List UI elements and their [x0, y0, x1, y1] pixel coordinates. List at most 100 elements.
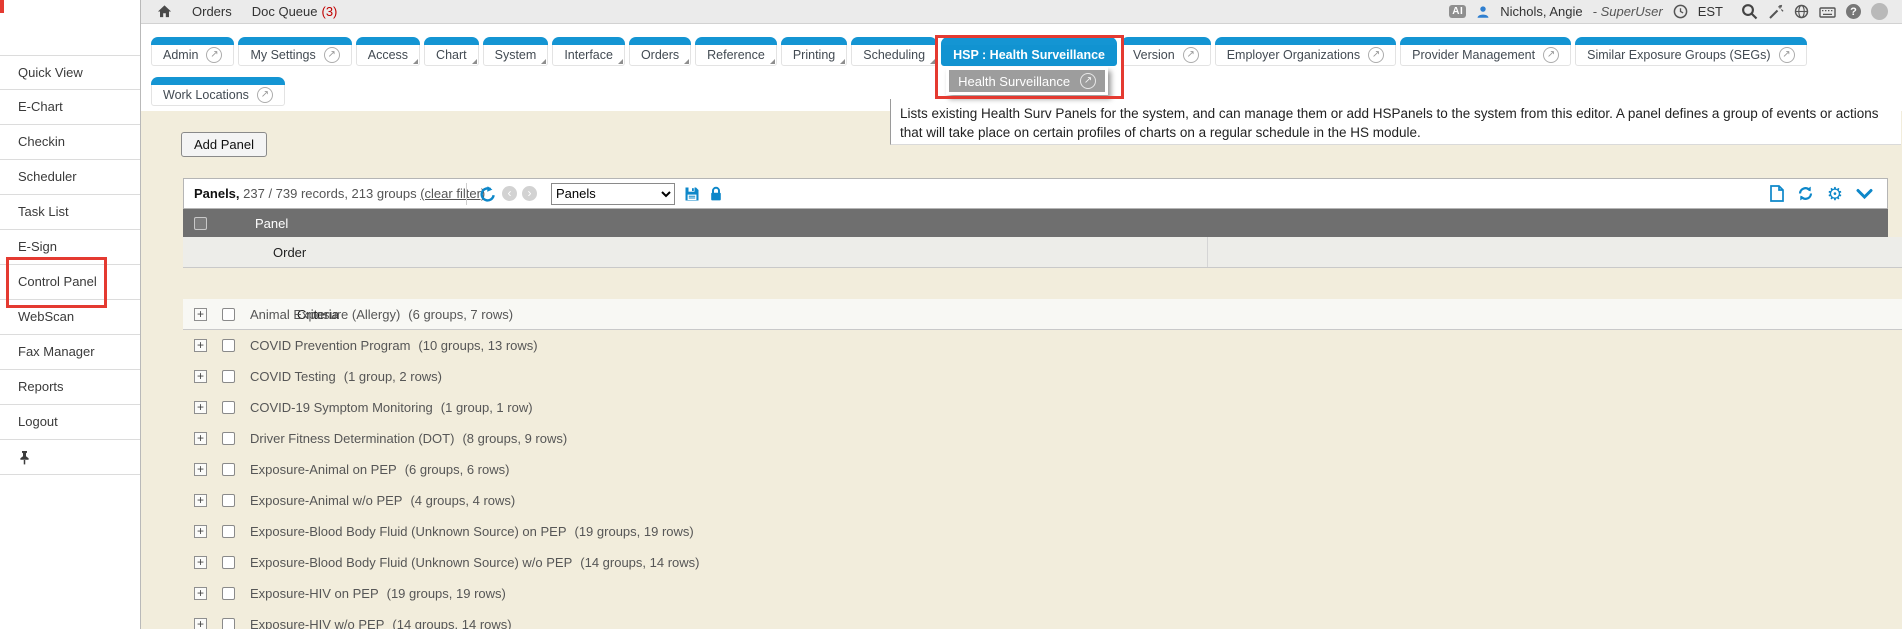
tab-hsp-health-surveillance[interactable]: HSP : Health Surveillance [941, 37, 1117, 66]
sidebar-item-webscan[interactable]: WebScan [0, 300, 140, 335]
home-icon[interactable] [157, 4, 172, 19]
nav-next-icon[interactable]: › [522, 186, 537, 201]
row-checkbox[interactable] [222, 401, 235, 414]
tab-accent-bar [483, 37, 549, 45]
lock-icon[interactable] [709, 186, 723, 202]
expand-icon[interactable]: + [194, 525, 207, 538]
tab-work-locations[interactable]: Work Locations↗ [151, 77, 285, 106]
external-link-icon[interactable]: ↗ [206, 47, 222, 63]
undo-icon[interactable] [479, 185, 497, 203]
tab-access[interactable]: Access [356, 37, 420, 66]
new-document-icon[interactable] [1769, 185, 1784, 202]
expand-icon[interactable]: + [194, 587, 207, 600]
panel-name[interactable]: Exposure-HIV w/o PEP [250, 617, 384, 629]
tab-label: Admin [163, 48, 198, 62]
tab-system[interactable]: System [483, 37, 549, 66]
expand-icon[interactable]: + [194, 401, 207, 414]
tab-similar-exposure-groups-segs[interactable]: Similar Exposure Groups (SEGs)↗ [1575, 37, 1806, 66]
external-link-icon[interactable]: ↗ [1779, 47, 1795, 63]
row-checkbox[interactable] [222, 370, 235, 383]
sidebar-item-control-panel[interactable]: Control Panel [0, 265, 140, 300]
tab-provider-management[interactable]: Provider Management ↗ [1400, 37, 1571, 66]
view-select[interactable]: Panels [551, 183, 675, 205]
search-icon[interactable] [1741, 3, 1758, 20]
keyboard-icon[interactable] [1819, 5, 1836, 19]
panel-name[interactable]: COVID-19 Symptom Monitoring [250, 400, 433, 415]
external-link-icon[interactable]: ↗ [1368, 47, 1384, 63]
select-all-checkbox[interactable] [194, 217, 207, 230]
row-checkbox[interactable] [222, 525, 235, 538]
tab-my-settings[interactable]: My Settings↗ [238, 37, 351, 66]
tab-chart[interactable]: Chart [424, 37, 479, 66]
panel-name[interactable]: COVID Prevention Program [250, 338, 410, 353]
globe-icon[interactable] [1794, 4, 1809, 19]
sidebar-item-reports[interactable]: Reports [0, 370, 140, 405]
expand-icon[interactable]: + [194, 339, 207, 352]
help-icon[interactable]: ? [1846, 4, 1861, 19]
tab-reference[interactable]: Reference [695, 37, 777, 66]
user-name[interactable]: Nichols, Angie [1500, 4, 1582, 19]
external-link-icon[interactable]: ↗ [1183, 47, 1199, 63]
tab-orders[interactable]: Orders [629, 37, 691, 66]
tab-accent-bar [1215, 37, 1396, 45]
table-row: + Exposure-Blood Body Fluid (Unknown Sour… [183, 547, 1888, 578]
external-link-icon[interactable]: ↗ [1080, 73, 1096, 89]
tab-printing[interactable]: Printing [781, 37, 847, 66]
panel-name[interactable]: COVID Testing [250, 369, 336, 384]
external-link-icon[interactable]: ↗ [324, 47, 340, 63]
sidebar-item-quick-view[interactable]: Quick View [0, 55, 140, 90]
row-checkbox[interactable] [222, 308, 235, 321]
sidebar-item-e-chart[interactable]: E-Chart [0, 90, 140, 125]
magic-wand-icon[interactable] [1768, 4, 1784, 20]
tab-label: Provider Management [1412, 48, 1535, 62]
clear-filter-link[interactable]: (clear filter) [420, 186, 485, 201]
chevron-down-icon[interactable] [1856, 188, 1873, 200]
row-checkbox[interactable] [222, 556, 235, 569]
expand-icon[interactable]: + [194, 463, 207, 476]
panel-name[interactable]: Exposure-Animal w/o PEP [250, 493, 402, 508]
nav-orders-link[interactable]: Orders [192, 4, 232, 19]
tab-accent-bar [1400, 37, 1571, 45]
row-checkbox[interactable] [222, 463, 235, 476]
external-link-icon[interactable]: ↗ [1543, 47, 1559, 63]
tab-interface[interactable]: Interface [552, 37, 625, 66]
panel-name[interactable]: Exposure-Blood Body Fluid (Unknown Sourc… [250, 524, 567, 539]
gear-icon[interactable]: ⚙ [1827, 185, 1843, 203]
sidebar-item-scheduler[interactable]: Scheduler [0, 160, 140, 195]
menu-item-health-surveillance[interactable]: Health Surveillance ↗ [949, 70, 1105, 92]
panel-name[interactable]: Driver Fitness Determination (DOT) [250, 431, 454, 446]
panel-name[interactable]: Exposure-Blood Body Fluid (Unknown Sourc… [250, 555, 572, 570]
panel-name[interactable]: Exposure-Animal on PEP [250, 462, 397, 477]
tab-employer-organizations[interactable]: Employer Organizations↗ [1215, 37, 1396, 66]
row-checkbox[interactable] [222, 587, 235, 600]
refresh-icon[interactable] [1797, 185, 1814, 202]
add-panel-button[interactable]: Add Panel [181, 132, 267, 157]
external-link-icon[interactable]: ↗ [257, 87, 273, 103]
tab-scheduling[interactable]: Scheduling [851, 37, 937, 66]
save-icon[interactable] [684, 186, 700, 202]
row-checkbox[interactable] [222, 339, 235, 352]
table-row: +Exposure-HIV on PEP(19 groups, 19 rows) [183, 578, 1888, 609]
sidebar-item-e-sign[interactable]: E-Sign [0, 230, 140, 265]
sidebar-item-logout[interactable]: Logout [0, 405, 140, 440]
expand-icon[interactable]: + [194, 556, 207, 569]
panel-name[interactable]: Exposure-HIV on PEP [250, 586, 379, 601]
grid-toolbar: Panels, 237 / 739 records, 213 groups (c… [183, 178, 1888, 209]
tab-admin[interactable]: Admin ↗ [151, 37, 234, 66]
nav-doc-queue-link[interactable]: Doc Queue(3) [252, 4, 338, 19]
expand-icon[interactable]: + [194, 494, 207, 507]
row-checkbox[interactable] [222, 432, 235, 445]
sidebar-item-checkin[interactable]: Checkin [0, 125, 140, 160]
nav-prev-icon[interactable]: ‹ [502, 186, 517, 201]
expand-icon[interactable]: + [194, 432, 207, 445]
tab-version[interactable]: Version↗ [1121, 37, 1211, 66]
row-checkbox[interactable] [222, 618, 235, 629]
expand-icon[interactable]: + [194, 618, 207, 629]
expand-icon[interactable]: + [194, 370, 207, 383]
panel-name[interactable]: Animal Exposure (Allergy) [250, 307, 400, 322]
pin-icon[interactable] [18, 450, 31, 465]
row-checkbox[interactable] [222, 494, 235, 507]
sidebar-item-task-list[interactable]: Task List [0, 195, 140, 230]
expand-icon[interactable]: + [194, 308, 207, 321]
sidebar-item-fax-manager[interactable]: Fax Manager [0, 335, 140, 370]
